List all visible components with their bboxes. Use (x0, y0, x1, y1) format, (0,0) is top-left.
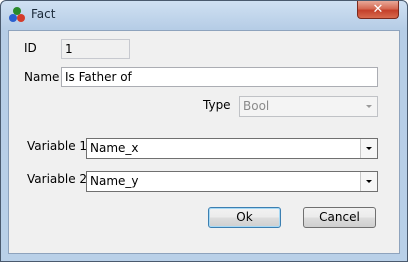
name-input[interactable]: Is Father of (61, 67, 378, 87)
variable1-select-value: Name_x (90, 141, 139, 155)
fact-dialog: Fact ✕ ID 1 Name Is Father of Type Bool … (0, 0, 408, 262)
close-icon: ✕ (372, 2, 384, 17)
window-title: Fact (31, 7, 56, 21)
type-select: Bool (239, 96, 378, 117)
dialog-body: ID 1 Name Is Father of Type Bool Variabl… (8, 30, 400, 254)
close-button[interactable]: ✕ (357, 1, 399, 19)
type-select-value: Bool (243, 99, 270, 113)
chevron-down-icon (361, 97, 377, 116)
ok-button[interactable]: Ok (208, 207, 281, 228)
variable1-label: Variable 1 (27, 139, 88, 153)
title-bar[interactable]: Fact ✕ (1, 1, 407, 29)
id-label: ID (24, 41, 37, 55)
variable1-select[interactable]: Name_x (86, 138, 378, 159)
type-label: Type (203, 98, 231, 112)
id-field: 1 (61, 39, 130, 59)
app-icon (9, 7, 25, 22)
name-label: Name (24, 70, 60, 84)
variable2-label: Variable 2 (27, 172, 88, 186)
cancel-button[interactable]: Cancel (303, 207, 376, 228)
chevron-down-icon[interactable] (360, 139, 377, 158)
variable2-select-value: Name_y (90, 174, 139, 188)
variable2-select[interactable]: Name_y (86, 171, 378, 192)
chevron-down-icon[interactable] (360, 172, 377, 191)
